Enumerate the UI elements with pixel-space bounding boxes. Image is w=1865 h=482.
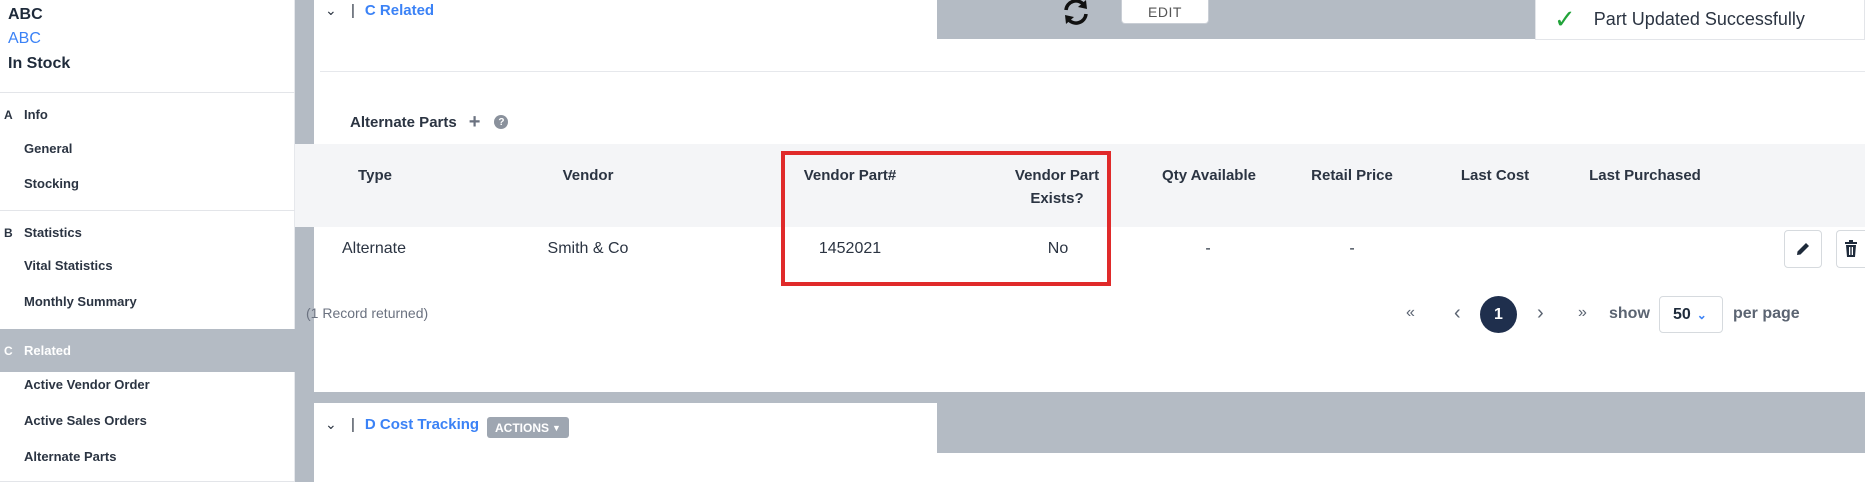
per-page-label: per page xyxy=(1733,305,1800,322)
sidebar-divider xyxy=(0,92,295,93)
cell-qty-available: - xyxy=(1205,240,1211,257)
column-header-last-cost[interactable]: Last Cost xyxy=(1448,164,1542,187)
column-header-qty-available[interactable]: Qty Available xyxy=(1150,164,1268,187)
prev-page-button[interactable]: ‹ xyxy=(1454,302,1461,325)
per-page-select[interactable]: 50 ⌄ xyxy=(1659,296,1723,333)
last-page-button[interactable]: » xyxy=(1578,304,1587,322)
plus-icon[interactable]: + xyxy=(469,112,481,132)
chevron-down-icon[interactable]: ⌄ xyxy=(325,416,339,433)
success-toast: ✓ Part Updated Successfully xyxy=(1535,0,1865,40)
caret-down-icon: ▼ xyxy=(552,422,561,433)
part-number: ABC xyxy=(8,6,43,23)
stock-status: In Stock xyxy=(8,55,71,72)
cell-retail-price: - xyxy=(1349,240,1355,257)
highlight-box xyxy=(781,151,1111,286)
section-letter-b: B xyxy=(4,226,13,240)
section-d-header[interactable]: ⌄ | D Cost Tracking xyxy=(325,414,479,435)
sidebar-section-related-active[interactable]: C Related xyxy=(0,329,295,372)
section-letter-a: A xyxy=(4,108,13,122)
sidebar-section-info[interactable]: Info xyxy=(24,107,48,122)
sidebar-item-active-vendor-order[interactable]: Active Vendor Order xyxy=(24,377,150,392)
section-c-header[interactable]: ⌄ | C Related xyxy=(325,0,434,21)
edit-row-button[interactable] xyxy=(1784,230,1822,268)
page-number-current[interactable]: 1 xyxy=(1480,296,1517,333)
cell-type: Alternate xyxy=(341,240,407,257)
sidebar-item-stocking[interactable]: Stocking xyxy=(24,176,79,191)
chevron-down-icon: ⌄ xyxy=(1696,307,1707,322)
alternate-parts-title: Alternate Parts xyxy=(350,113,457,131)
first-page-button[interactable]: « xyxy=(1406,304,1415,322)
actions-dropdown-button[interactable]: ACTIONS ▼ xyxy=(487,417,569,438)
sidebar-item-vital-statistics[interactable]: Vital Statistics xyxy=(24,258,113,273)
separator: | xyxy=(351,416,355,433)
section-letter-c: C xyxy=(4,344,13,358)
chevron-down-icon[interactable]: ⌄ xyxy=(325,2,339,19)
cell-vendor: Smith & Co xyxy=(547,240,629,257)
section-d-title[interactable]: D Cost Tracking xyxy=(365,416,479,433)
separator: | xyxy=(351,2,355,19)
refresh-icon[interactable] xyxy=(1060,0,1092,28)
toast-message: Part Updated Successfully xyxy=(1593,9,1805,29)
show-label: show xyxy=(1609,305,1650,322)
column-header-type[interactable]: Type xyxy=(340,164,410,187)
sidebar-section-related: Related xyxy=(24,343,71,358)
sidebar-item-active-sales-orders[interactable]: Active Sales Orders xyxy=(24,413,147,428)
sidebar-item-alternate-parts[interactable]: Alternate Parts xyxy=(24,449,116,464)
divider xyxy=(320,71,1865,72)
per-page-value: 50 xyxy=(1673,305,1691,323)
sidebar-section-statistics[interactable]: Statistics xyxy=(24,225,82,240)
column-header-vendor[interactable]: Vendor xyxy=(548,164,628,187)
sidebar: ABC ABC In Stock A Info General Stocking… xyxy=(0,0,295,482)
pencil-icon xyxy=(1797,243,1809,255)
help-icon[interactable]: ? xyxy=(494,115,509,129)
delete-row-button[interactable] xyxy=(1836,230,1865,268)
alternate-parts-header: Alternate Parts + ? xyxy=(350,112,509,132)
part-link[interactable]: ABC xyxy=(8,30,41,48)
edit-button[interactable]: EDIT xyxy=(1121,0,1209,24)
sidebar-item-general[interactable]: General xyxy=(24,141,72,156)
actions-label: ACTIONS xyxy=(495,420,549,435)
sidebar-divider xyxy=(0,210,295,211)
records-count: (1 Record returned) xyxy=(306,305,429,321)
trash-icon xyxy=(1845,240,1857,257)
next-page-button[interactable]: › xyxy=(1537,302,1544,325)
check-icon: ✓ xyxy=(1554,4,1576,34)
section-c-title[interactable]: C Related xyxy=(365,2,434,19)
sidebar-item-monthly-summary[interactable]: Monthly Summary xyxy=(24,294,137,309)
column-header-retail-price[interactable]: Retail Price xyxy=(1300,164,1404,187)
column-header-last-purchased[interactable]: Last Purchased xyxy=(1578,164,1712,187)
